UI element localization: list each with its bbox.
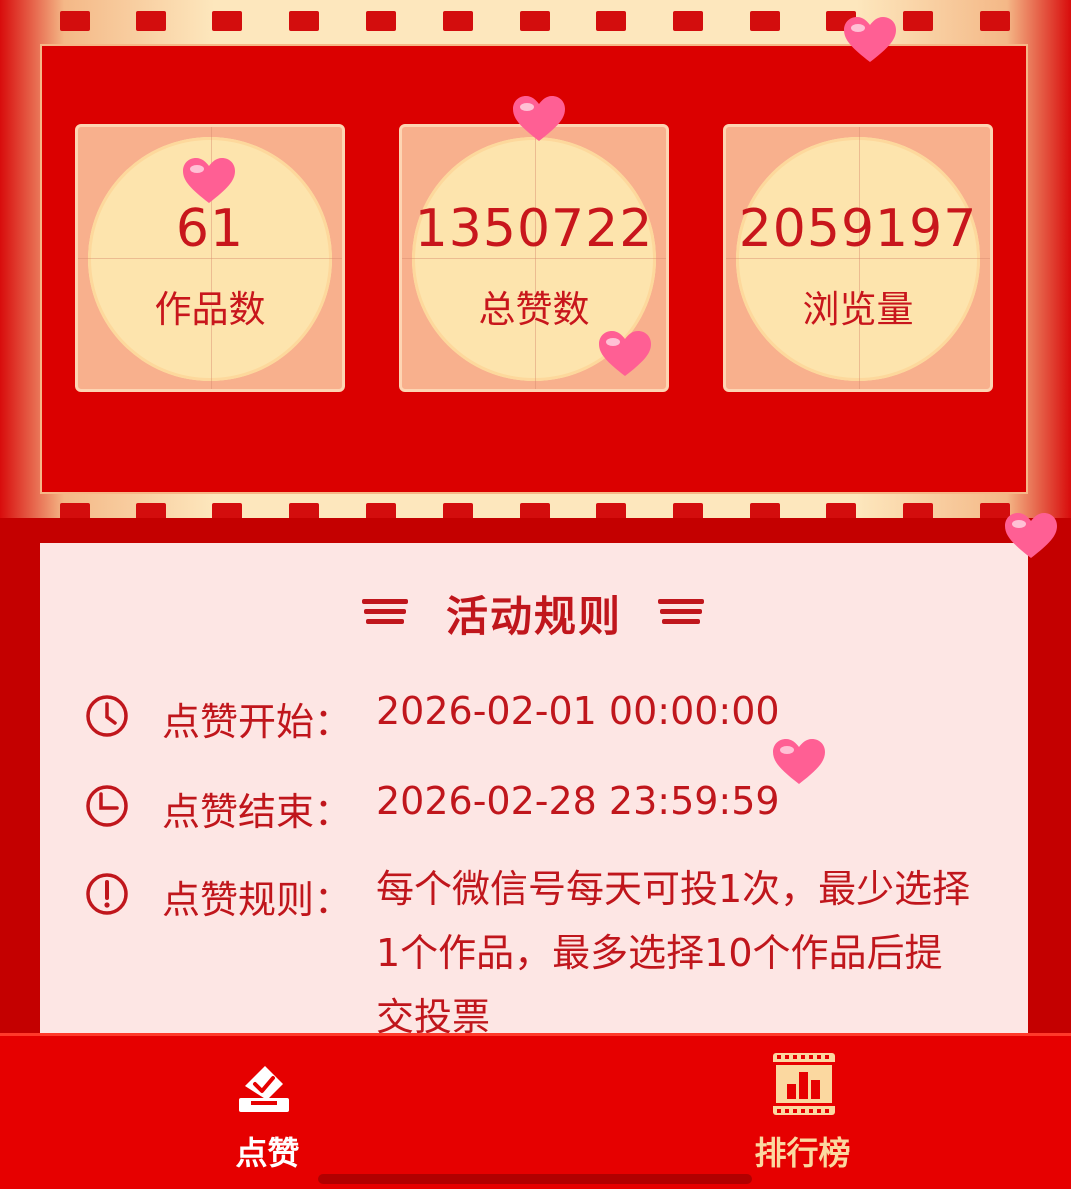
nav-ranking-label: 排行榜	[754, 1134, 851, 1172]
home-indicator	[318, 1174, 752, 1184]
title-deco-right	[658, 599, 704, 625]
heart-icon	[773, 739, 825, 784]
stats-banner: 61 作品数 1350722 总赞数 2059197 浏览量	[0, 0, 1071, 523]
stat-card-views: 2059197 浏览量	[723, 124, 993, 392]
bottom-nav: 点赞 排行榜	[0, 1033, 1071, 1189]
works-count-label: 作品数	[154, 288, 266, 331]
likes-count: 1350722	[414, 199, 654, 259]
rule-start-value: 2026-02-01 00:00:00	[376, 689, 780, 733]
vote-page: 61 作品数 1350722 总赞数 2059197 浏览量 活动规则 点赞开始…	[0, 0, 1071, 1189]
heart-icon	[844, 17, 896, 62]
alert-icon	[86, 873, 128, 915]
ballot-box-icon	[239, 1066, 289, 1112]
heart-icon	[1005, 513, 1057, 558]
bar-chart-film-icon	[773, 1053, 835, 1115]
heart-icon	[513, 96, 565, 141]
film-perforations-top	[0, 11, 1071, 31]
heart-icon	[599, 331, 651, 376]
nav-vote-label: 点赞	[235, 1134, 300, 1172]
clock-icon	[86, 695, 128, 737]
rule-voting-label: 点赞规则：	[162, 878, 353, 922]
views-count-label: 浏览量	[802, 288, 914, 331]
clock-icon	[86, 785, 128, 827]
rules-panel: 活动规则 点赞开始： 2026-02-01 00:00:00 点赞结束： 202…	[40, 543, 1028, 1038]
nav-ranking[interactable]: 排行榜	[535, 1036, 1070, 1189]
heart-icon	[183, 158, 235, 203]
rules-title: 活动规则	[445, 592, 622, 641]
rule-voting-value: 每个微信号每天可投1次，最少选择1个作品，最多选择10个作品后提交投票	[376, 867, 971, 1038]
rule-end-label: 点赞结束：	[162, 790, 353, 834]
rule-start-label: 点赞开始：	[162, 700, 353, 744]
rule-end-value: 2026-02-28 23:59:59	[376, 779, 780, 823]
views-count: 2059197	[738, 199, 978, 259]
likes-count-label: 总赞数	[478, 288, 590, 331]
works-count: 61	[175, 199, 245, 259]
nav-vote[interactable]: 点赞	[0, 1036, 535, 1189]
